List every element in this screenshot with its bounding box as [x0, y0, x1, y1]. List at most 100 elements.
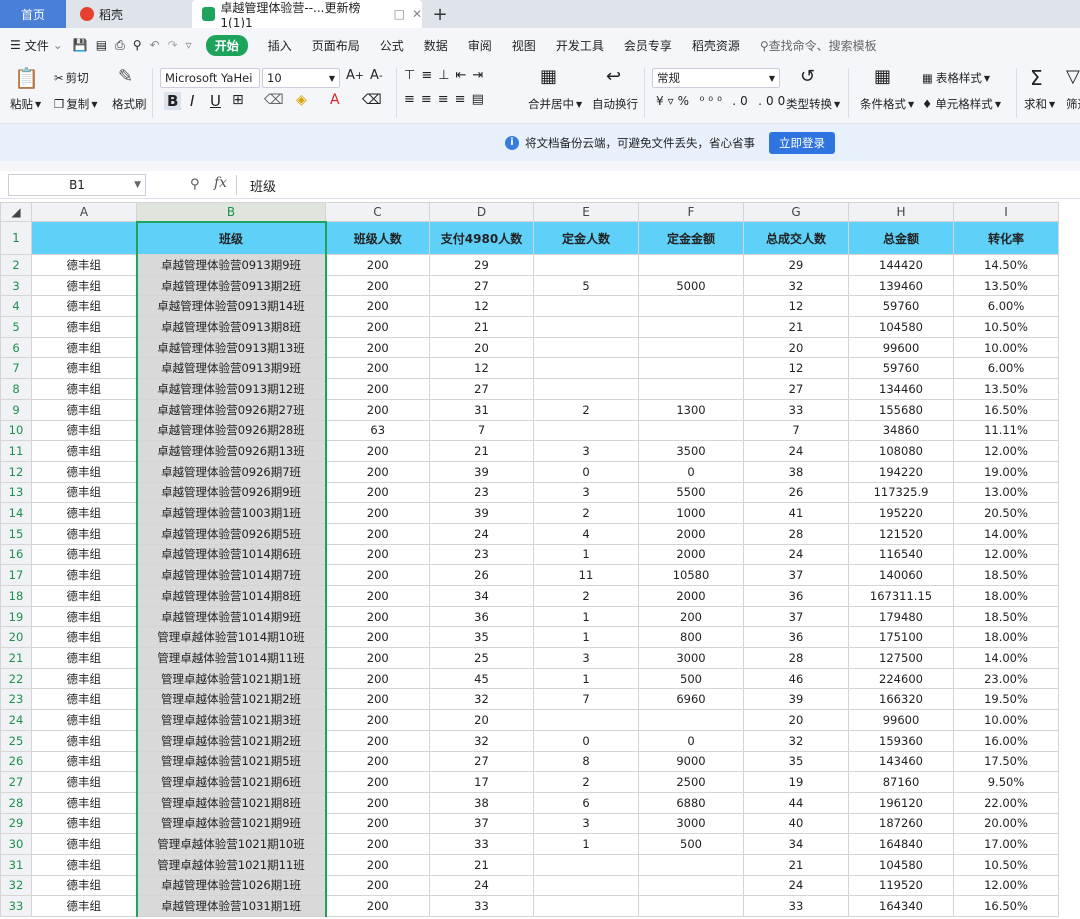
cell-d[interactable]: 32 [429, 688, 534, 711]
column-header-d[interactable]: D [429, 202, 534, 222]
cell-a[interactable]: 德丰组 [31, 667, 137, 690]
cell-a[interactable]: 德丰组 [31, 336, 137, 359]
cell-d[interactable]: 38 [429, 791, 534, 814]
cell-h[interactable]: 104580 [848, 853, 954, 876]
cell-c[interactable]: 200 [325, 357, 430, 380]
cell-c[interactable]: 200 [325, 522, 430, 545]
cell-b[interactable]: 管理卓越体验营1021期1班 [135, 667, 327, 690]
cell-c[interactable]: 200 [325, 853, 430, 876]
row-number[interactable]: 9 [0, 398, 32, 421]
cell-b[interactable]: 卓越管理体验营0913期9班 [135, 254, 327, 276]
cell-d[interactable]: 31 [429, 398, 534, 421]
cell-e[interactable]: 0 [533, 460, 639, 483]
cell-i[interactable]: 12.00% [953, 440, 1059, 462]
cell-f[interactable]: 1000 [638, 502, 744, 524]
cell-b[interactable]: 卓越管理体验营0926期9班 [135, 481, 327, 504]
cell-g[interactable]: 46 [743, 667, 849, 690]
cell-c[interactable]: 200 [325, 481, 430, 504]
cell-g[interactable]: 7 [743, 419, 849, 442]
column-header-c[interactable]: C [325, 202, 430, 222]
cell-g[interactable]: 20 [743, 709, 849, 731]
cell-b[interactable]: 卓越管理体验营0913期9班 [135, 357, 327, 380]
cell-g[interactable]: 28 [743, 647, 849, 669]
row-number[interactable]: 3 [0, 274, 32, 297]
cell-f[interactable]: 0 [638, 460, 744, 483]
quick-access-dropdown-icon[interactable]: ▿ [186, 38, 192, 52]
cell-g[interactable]: 35 [743, 750, 849, 773]
cell-c[interactable]: 200 [325, 254, 430, 276]
menu-docer-resources[interactable]: 稻壳资源 [692, 37, 740, 54]
cell-h[interactable]: 143460 [848, 750, 954, 773]
cell-a[interactable]: 德丰组 [31, 626, 137, 649]
cell-f[interactable] [638, 295, 744, 318]
cell-b[interactable]: 卓越管理体验营0926期5班 [135, 522, 327, 545]
row-number[interactable]: 33 [0, 895, 32, 917]
cell-b[interactable]: 管理卓越体验营1021期9班 [135, 812, 327, 835]
cell-e[interactable]: 3 [533, 481, 639, 504]
cell-d[interactable]: 32 [429, 729, 534, 752]
cell-b[interactable]: 卓越管理体验营1014期8班 [135, 585, 327, 607]
cell-g[interactable]: 21 [743, 853, 849, 876]
cell-e[interactable]: 6 [533, 791, 639, 814]
menu-dev-tools[interactable]: 开发工具 [556, 37, 604, 54]
cell-e[interactable]: 1 [533, 543, 639, 566]
menu-review[interactable]: 审阅 [468, 37, 492, 54]
cell-d[interactable]: 20 [429, 336, 534, 359]
cell-a[interactable]: 德丰组 [31, 874, 137, 897]
cell-i[interactable]: 14.00% [953, 647, 1059, 669]
cell-a[interactable]: 德丰组 [31, 543, 137, 566]
cell-c[interactable]: 200 [325, 274, 430, 297]
cell-g[interactable]: 41 [743, 502, 849, 524]
cell-i[interactable]: 6.00% [953, 357, 1059, 380]
cell-i[interactable]: 23.00% [953, 667, 1059, 690]
cell-d[interactable]: 33 [429, 895, 534, 917]
cell-e[interactable]: 2 [533, 398, 639, 421]
cell-b[interactable]: 管理卓越体验营1021期6班 [135, 771, 327, 793]
cell-h[interactable]: 59760 [848, 295, 954, 318]
cell-g[interactable]: 44 [743, 791, 849, 814]
cell-f[interactable]: 0 [638, 729, 744, 752]
cell-f[interactable] [638, 357, 744, 380]
auto-wrap-button[interactable]: 自动换行 [592, 96, 638, 112]
cell-h[interactable]: 155680 [848, 398, 954, 421]
cell-h[interactable]: 87160 [848, 771, 954, 793]
cell-c[interactable]: 200 [325, 895, 430, 917]
cell-b[interactable]: 管理卓越体验营1021期2班 [135, 729, 327, 752]
cell-e[interactable]: 0 [533, 729, 639, 752]
cell-e[interactable]: 11 [533, 564, 639, 586]
cell-c[interactable]: 200 [325, 688, 430, 711]
cell-h[interactable]: 179480 [848, 605, 954, 628]
cell-d[interactable]: 33 [429, 833, 534, 855]
cell-b[interactable]: 卓越管理体验营1014期9班 [135, 605, 327, 628]
cell-f[interactable]: 10580 [638, 564, 744, 586]
cell-h[interactable]: 175100 [848, 626, 954, 649]
row-number[interactable]: 14 [0, 502, 32, 524]
cell-g[interactable]: 27 [743, 378, 849, 400]
column-header-f[interactable]: F [638, 202, 744, 222]
column-header-i[interactable]: I [953, 202, 1059, 222]
cell-e[interactable] [533, 709, 639, 731]
cell-e[interactable] [533, 254, 639, 276]
cell-h[interactable]: 99600 [848, 336, 954, 359]
fill-color-icon[interactable]: ◈ [296, 92, 307, 108]
cell-f[interactable]: 2500 [638, 771, 744, 793]
cell-e[interactable]: 5 [533, 274, 639, 297]
cell-h[interactable]: 119520 [848, 874, 954, 897]
cell-i[interactable]: 10.00% [953, 336, 1059, 359]
screen-icon[interactable]: □ [394, 7, 405, 21]
font-color-icon[interactable]: A [330, 92, 340, 108]
print-icon[interactable]: ⎙ [115, 38, 125, 53]
select-all-corner[interactable]: ◢ [0, 202, 32, 222]
cell-c[interactable]: 200 [325, 729, 430, 752]
cell-g[interactable]: 28 [743, 522, 849, 545]
cell-f[interactable] [638, 254, 744, 276]
column-header-a[interactable]: A [31, 202, 137, 222]
cell-i[interactable]: 16.50% [953, 398, 1059, 421]
cell-a[interactable]: 德丰组 [31, 398, 137, 421]
cell-f[interactable]: 500 [638, 833, 744, 855]
cell-a[interactable]: 德丰组 [31, 564, 137, 586]
cell-a[interactable]: 德丰组 [31, 812, 137, 835]
cell-e[interactable]: 定金人数 [533, 221, 639, 255]
cell-e[interactable] [533, 874, 639, 897]
cell-h[interactable]: 194220 [848, 460, 954, 483]
